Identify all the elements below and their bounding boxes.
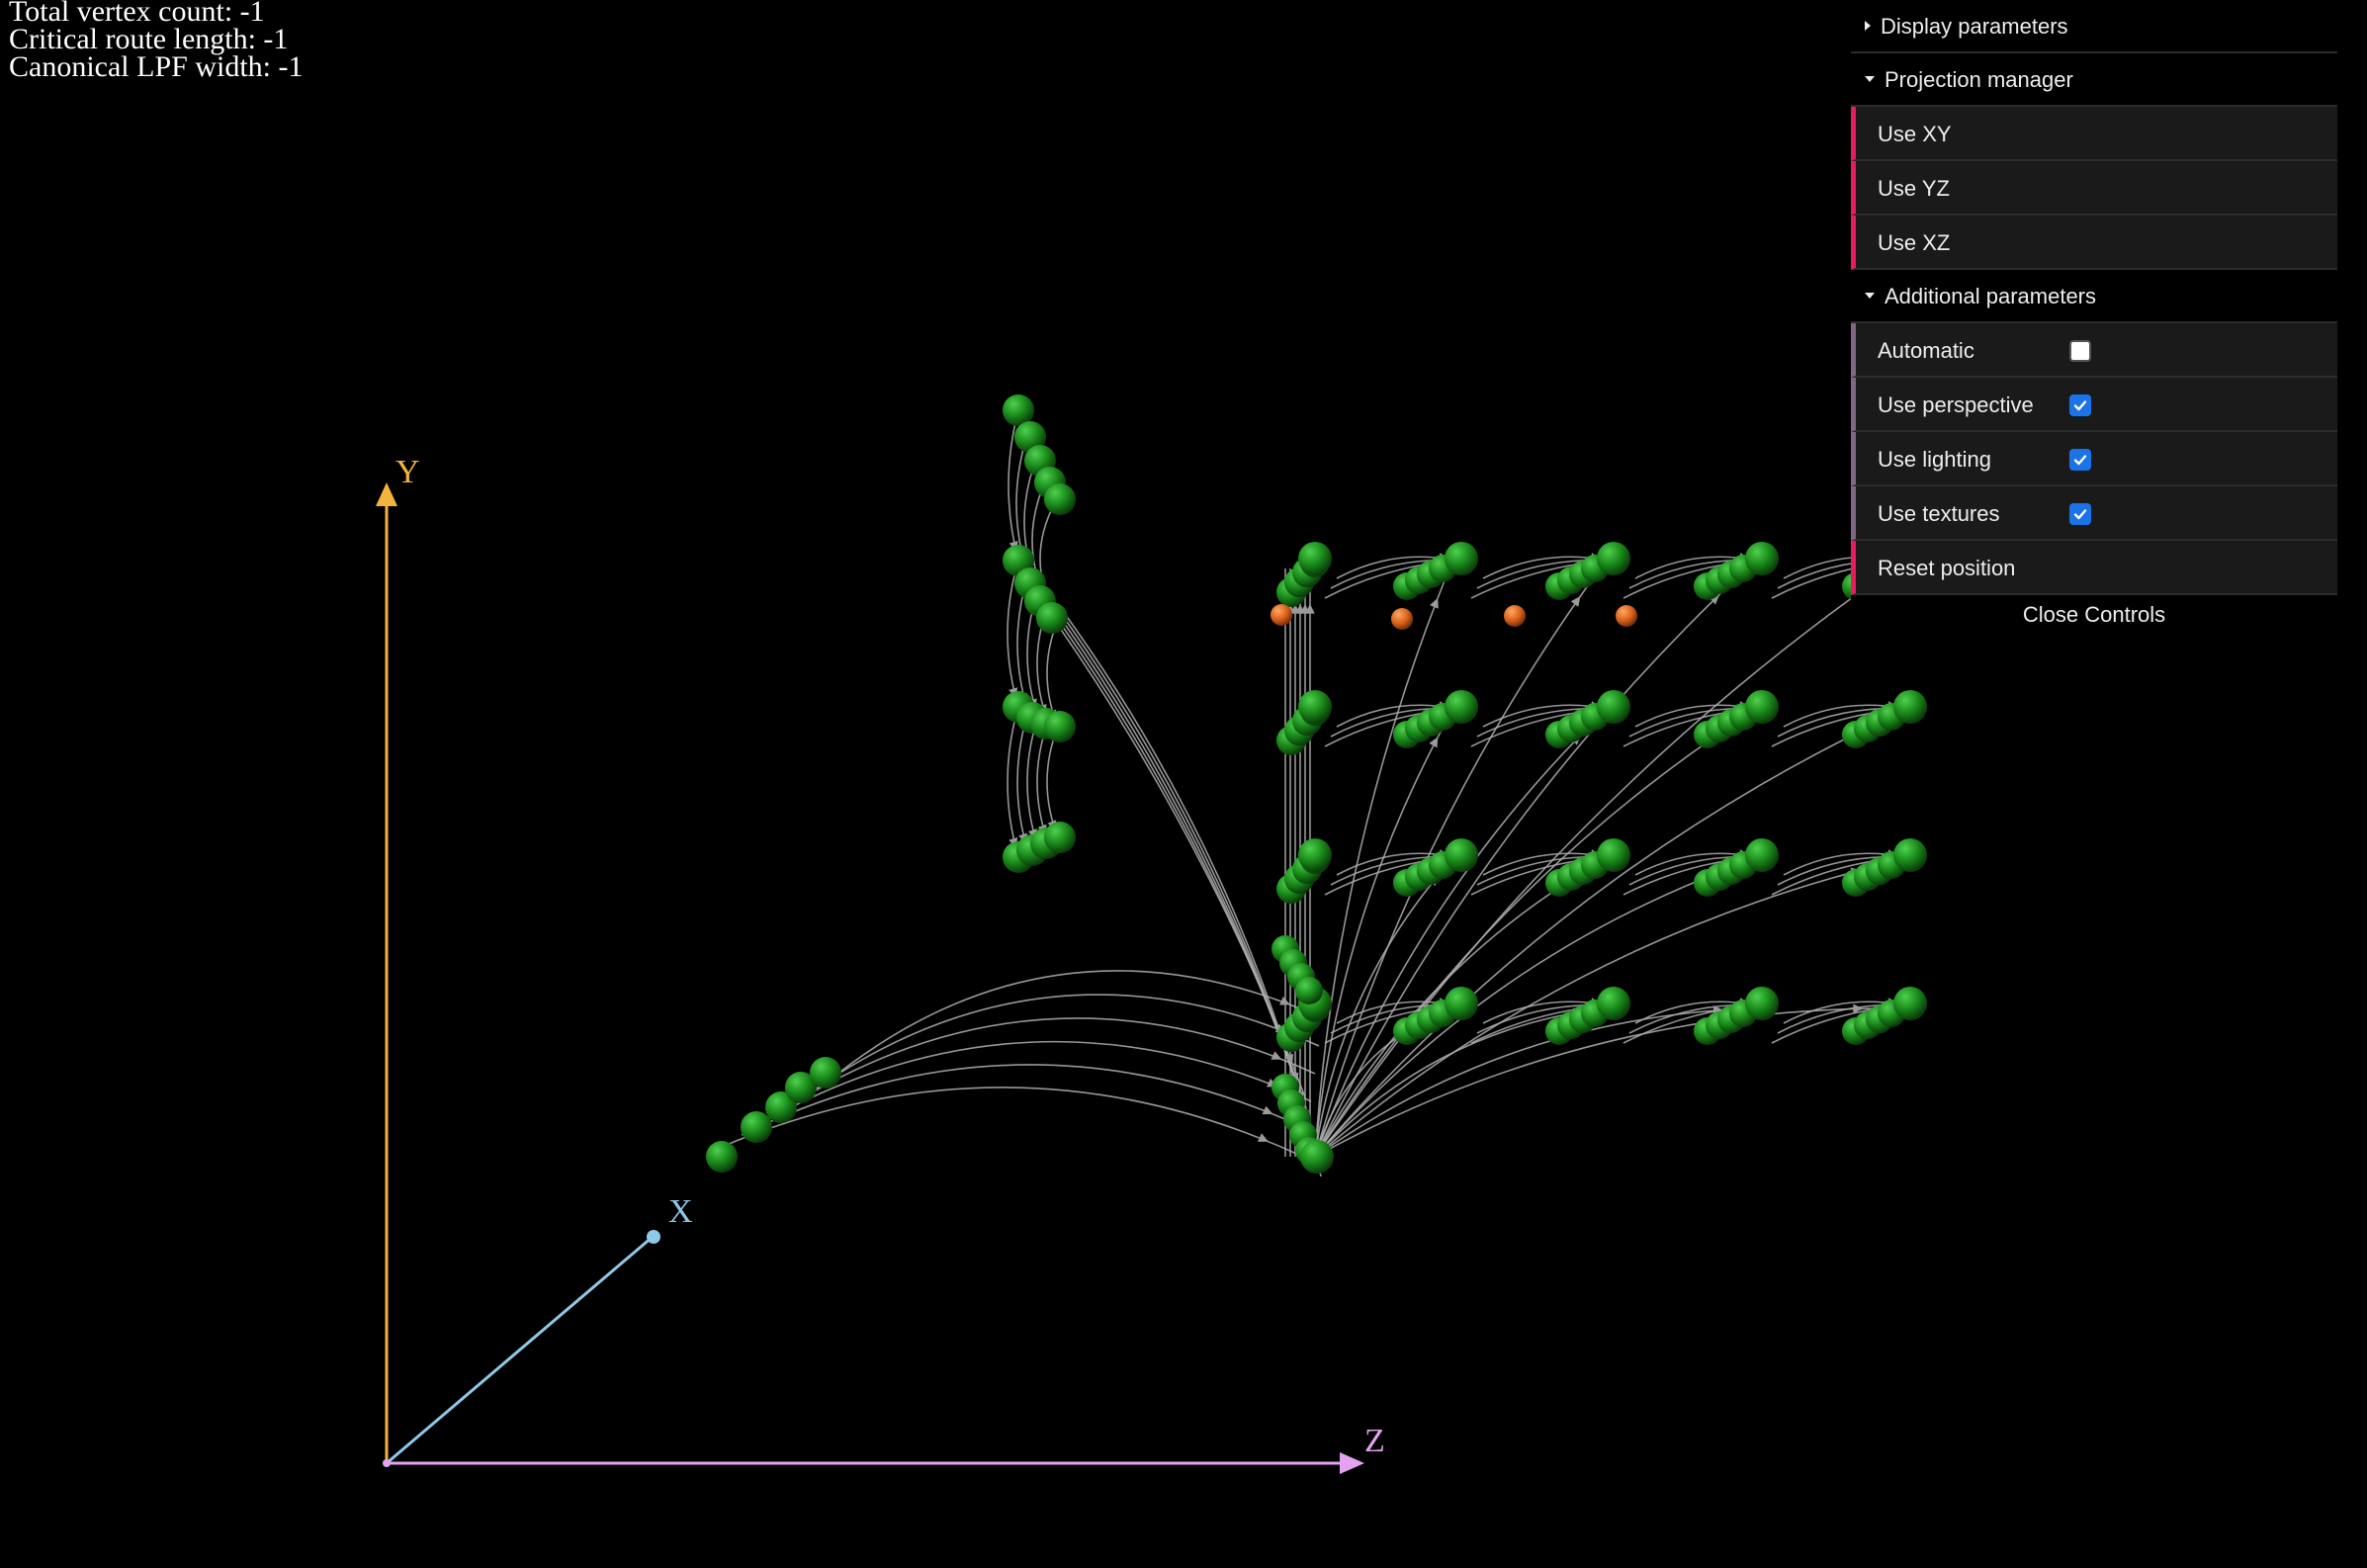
perspective-label: Use perspective bbox=[1878, 392, 2034, 417]
use-xz-button[interactable]: Use XZ bbox=[1851, 216, 2337, 270]
render-viewport[interactable]: Y X Z Total vertex count: -1 Critical ro… bbox=[0, 0, 2367, 1568]
use-yz-label: Use YZ bbox=[1878, 176, 1950, 201]
graph-node bbox=[1445, 542, 1478, 575]
lpf-width-text: Canonical LPF width: -1 bbox=[9, 50, 304, 83]
graph-node bbox=[1745, 838, 1779, 872]
graph-node bbox=[1745, 542, 1779, 575]
graph-node bbox=[1036, 602, 1068, 634]
display-parameters-label: Display parameters bbox=[1881, 14, 2068, 39]
graph-node bbox=[1295, 977, 1323, 1004]
automatic-row: Automatic bbox=[1851, 323, 2337, 378]
perspective-checkbox[interactable] bbox=[2069, 394, 2091, 416]
additional-parameters-label: Additional parameters bbox=[1885, 284, 2097, 308]
reset-position-label: Reset position bbox=[1878, 556, 2016, 580]
graph-edge bbox=[1046, 726, 1059, 838]
graph-node bbox=[1597, 542, 1630, 575]
projection-manager-label: Projection manager bbox=[1885, 67, 2073, 92]
automatic-label: Automatic bbox=[1878, 338, 1974, 363]
axes-helper: Y X Z bbox=[376, 454, 1385, 1474]
textures-checkbox[interactable] bbox=[2069, 503, 2091, 525]
graph-edge bbox=[1314, 711, 1753, 1158]
graph-node bbox=[1044, 483, 1076, 515]
graph-node-orange bbox=[1616, 605, 1637, 627]
controls-panel: Display parameters Projection manager Us… bbox=[1851, 0, 2337, 635]
graph-nodes bbox=[706, 394, 1927, 1174]
graph-node bbox=[810, 1057, 841, 1089]
graph-node bbox=[1044, 822, 1076, 853]
use-yz-button[interactable]: Use YZ bbox=[1851, 161, 2337, 216]
graph-edge bbox=[1051, 600, 1318, 1158]
graph-node bbox=[1298, 542, 1332, 575]
edge-arrowhead bbox=[1570, 596, 1581, 607]
close-controls-button[interactable]: Close Controls bbox=[1851, 595, 2337, 635]
graph-node bbox=[1893, 987, 1927, 1020]
caret-right-icon bbox=[1865, 21, 1871, 32]
graph-edge bbox=[1314, 711, 1901, 1158]
z-axis-arrow-icon bbox=[1340, 1452, 1364, 1474]
graph-node bbox=[1044, 711, 1076, 742]
x-axis bbox=[386, 1235, 654, 1465]
graph-edge bbox=[760, 1040, 1312, 1124]
perspective-row: Use perspective bbox=[1851, 378, 2337, 432]
lighting-checkbox[interactable] bbox=[2069, 449, 2091, 471]
x-axis-label: X bbox=[668, 1193, 693, 1230]
stats-overlay: Total vertex count: -1 Critical route le… bbox=[9, 0, 304, 83]
y-axis-label: Y bbox=[395, 454, 420, 490]
display-parameters-folder[interactable]: Display parameters bbox=[1851, 0, 2337, 53]
textures-row: Use textures bbox=[1851, 486, 2337, 541]
lighting-row: Use lighting bbox=[1851, 432, 2337, 486]
graph-node bbox=[706, 1141, 738, 1173]
graph-node bbox=[1597, 838, 1630, 872]
graph-edges bbox=[721, 409, 1906, 1177]
graph-node bbox=[1745, 987, 1779, 1020]
graph-edge bbox=[1035, 588, 1310, 1118]
x-axis-end-icon bbox=[647, 1230, 660, 1244]
graph-node bbox=[1298, 690, 1332, 724]
graph-edge bbox=[1314, 563, 1753, 1158]
graph-node-orange bbox=[1391, 608, 1413, 630]
graph-node bbox=[1745, 690, 1779, 724]
graph-node bbox=[1445, 690, 1478, 724]
graph-node bbox=[741, 1111, 772, 1143]
graph-node bbox=[1597, 690, 1630, 724]
checkmark-icon bbox=[2073, 455, 2087, 466]
use-xy-label: Use XY bbox=[1878, 122, 1952, 146]
graph-node-orange bbox=[1271, 604, 1292, 626]
checkmark-icon bbox=[2073, 509, 2087, 520]
graph-node bbox=[1893, 690, 1927, 724]
graph-node bbox=[1300, 1140, 1334, 1174]
use-xy-button[interactable]: Use XY bbox=[1851, 107, 2337, 161]
automatic-checkbox[interactable] bbox=[2069, 340, 2091, 362]
lighting-label: Use lighting bbox=[1878, 447, 1991, 472]
z-axis-label: Z bbox=[1364, 1423, 1385, 1459]
graph-node bbox=[1445, 987, 1478, 1020]
caret-down-icon bbox=[1865, 293, 1875, 300]
additional-parameters-folder[interactable]: Additional parameters bbox=[1851, 270, 2337, 323]
checkmark-icon bbox=[2073, 400, 2087, 411]
graph-node bbox=[1597, 987, 1630, 1020]
textures-label: Use textures bbox=[1878, 501, 2000, 526]
reset-position-button[interactable]: Reset position bbox=[1851, 541, 2337, 595]
projection-manager-folder[interactable]: Projection manager bbox=[1851, 53, 2337, 107]
axes-origin-icon bbox=[383, 1459, 391, 1467]
y-axis-arrow-icon bbox=[376, 482, 397, 506]
graph-node-orange bbox=[1504, 605, 1526, 627]
caret-down-icon bbox=[1865, 76, 1875, 83]
graph-node bbox=[1893, 838, 1927, 872]
route-length-text: Critical route length: -1 bbox=[9, 23, 289, 55]
use-xz-label: Use XZ bbox=[1878, 230, 1951, 255]
graph-node bbox=[1298, 838, 1332, 872]
graph-node bbox=[1445, 838, 1478, 872]
graph-edge bbox=[820, 970, 1324, 1089]
